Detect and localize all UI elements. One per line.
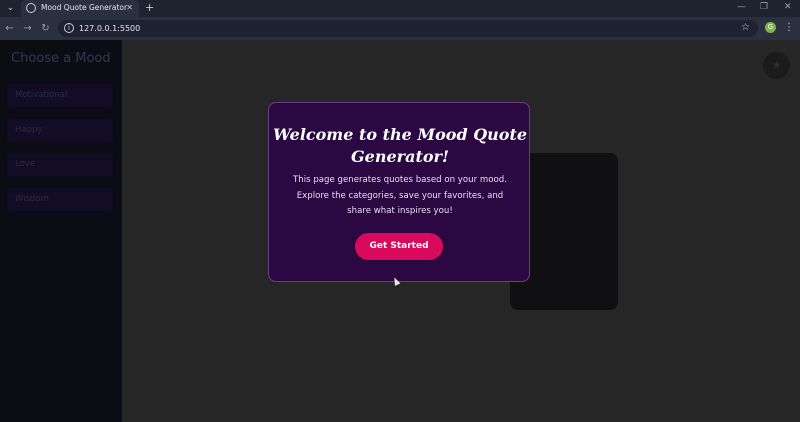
site-info-icon[interactable]: i xyxy=(64,23,74,33)
back-icon[interactable]: ← xyxy=(3,22,16,35)
bookmark-star-icon[interactable]: ☆ xyxy=(741,21,750,35)
globe-icon xyxy=(26,3,36,13)
forward-icon[interactable]: → xyxy=(21,22,34,35)
reload-icon[interactable]: ↻ xyxy=(39,22,52,35)
mood-label: Happy xyxy=(15,125,43,135)
mood-button-love[interactable]: Love xyxy=(7,153,113,176)
get-started-button[interactable]: Get Started xyxy=(355,233,443,260)
tab-search-icon[interactable]: ⌄ xyxy=(4,2,17,15)
star-icon: ★ xyxy=(771,58,782,72)
mood-label: Wisdom xyxy=(15,194,49,204)
sidebar-title: Choose a Mood xyxy=(11,51,111,66)
close-icon[interactable]: ✕ xyxy=(126,2,133,14)
mood-button-motivational[interactable]: Motivational xyxy=(7,84,113,107)
mood-button-wisdom[interactable]: Wisdom xyxy=(7,188,113,211)
mood-label: Motivational xyxy=(15,90,68,100)
browser-toolbar: ← → ↻ i 127.0.0.1:5500 ☆ G ⋮ xyxy=(0,17,800,40)
tab-title: Mood Quote Generator xyxy=(41,3,128,12)
modal-title: Welcome to the Mood Quote Generator! xyxy=(272,125,528,166)
url-text: 127.0.0.1:5500 xyxy=(79,24,141,33)
mood-label: Love xyxy=(15,159,36,169)
minimize-icon[interactable]: — xyxy=(737,1,746,14)
profile-avatar[interactable]: G xyxy=(765,22,776,33)
favorites-button[interactable]: ★ xyxy=(763,52,790,79)
browser-tab[interactable]: Mood Quote Generator ✕ xyxy=(21,0,139,17)
address-bar[interactable]: i 127.0.0.1:5500 ☆ xyxy=(58,20,758,37)
mood-button-happy[interactable]: Happy xyxy=(7,119,113,142)
menu-icon[interactable]: ⋮ xyxy=(784,21,794,35)
new-tab-icon[interactable]: + xyxy=(145,1,154,15)
restore-icon[interactable]: ❐ xyxy=(760,1,768,14)
modal-description: This page generates quotes based on your… xyxy=(293,175,507,216)
mood-sidebar: Choose a Mood Motivational Happy Love Wi… xyxy=(0,40,122,422)
window-close-icon[interactable]: ✕ xyxy=(784,1,792,14)
browser-tab-bar: ⌄ Mood Quote Generator ✕ + — ❐ ✕ xyxy=(0,0,800,17)
welcome-modal: Welcome to the Mood Quote Generator! Thi… xyxy=(268,102,530,282)
